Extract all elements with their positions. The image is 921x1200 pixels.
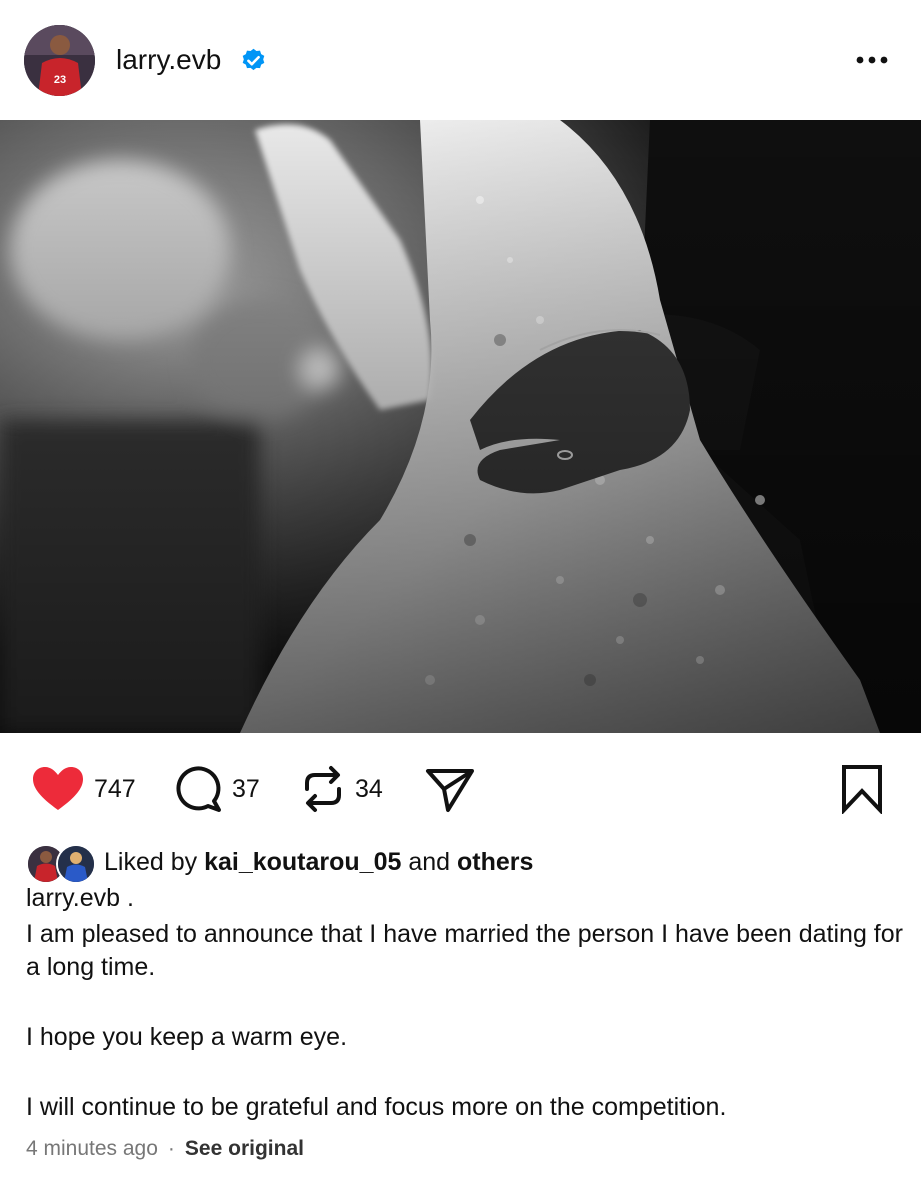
comment-count: 37 — [232, 774, 260, 803]
post-actions: 747 37 34 — [0, 750, 921, 830]
caption-text: I am pleased to announce that I have mar… — [26, 918, 906, 1124]
liked-by-others[interactable]: others — [457, 848, 533, 877]
profile-avatar[interactable]: 23 — [24, 25, 95, 96]
caption-user-suffix: . — [126, 884, 134, 912]
comment-icon — [176, 766, 221, 812]
liked-by-and: and — [408, 847, 451, 876]
heart-icon — [33, 767, 83, 810]
like-count: 747 — [94, 774, 136, 803]
caption-line: I am pleased to announce that I have mar… — [26, 920, 903, 981]
caption-username[interactable]: larry.evb — [26, 884, 120, 912]
like-button[interactable]: 747 — [32, 764, 136, 814]
liker-avatars[interactable] — [26, 842, 98, 884]
bookmark-button[interactable] — [840, 764, 884, 819]
liked-by-user[interactable]: kai_koutarou_05 — [204, 848, 401, 877]
share-icon — [426, 769, 474, 812]
repost-icon — [305, 766, 341, 812]
footer-separator: · — [167, 1137, 175, 1160]
share-button[interactable] — [425, 764, 475, 814]
liked-by-prefix: Liked by — [104, 847, 198, 876]
caption-line: I will continue to be grateful and focus… — [26, 1093, 727, 1121]
bookmark-icon — [842, 765, 882, 816]
post-header: 23 larry.evb — [0, 0, 921, 120]
post-footer: 4 minutes ago · See original — [26, 1137, 304, 1161]
repost-count: 34 — [355, 774, 383, 803]
verified-badge-icon — [242, 48, 265, 71]
caption-line: I hope you keep a warm eye. — [26, 1023, 348, 1051]
see-original-link[interactable]: See original — [185, 1137, 304, 1161]
post-timestamp: 4 minutes ago — [26, 1137, 158, 1160]
repost-button[interactable]: 34 — [301, 764, 383, 814]
comment-button[interactable]: 37 — [174, 764, 260, 814]
caption-author: larry.evb . — [26, 884, 134, 913]
liked-by-row: Liked by kai_koutarou_05 and others — [26, 840, 533, 884]
post-photo[interactable] — [0, 120, 921, 733]
jersey-number: 23 — [54, 74, 66, 86]
header-username[interactable]: larry.evb — [116, 44, 221, 76]
liker-avatar — [56, 844, 96, 884]
more-icon[interactable] — [850, 45, 894, 75]
